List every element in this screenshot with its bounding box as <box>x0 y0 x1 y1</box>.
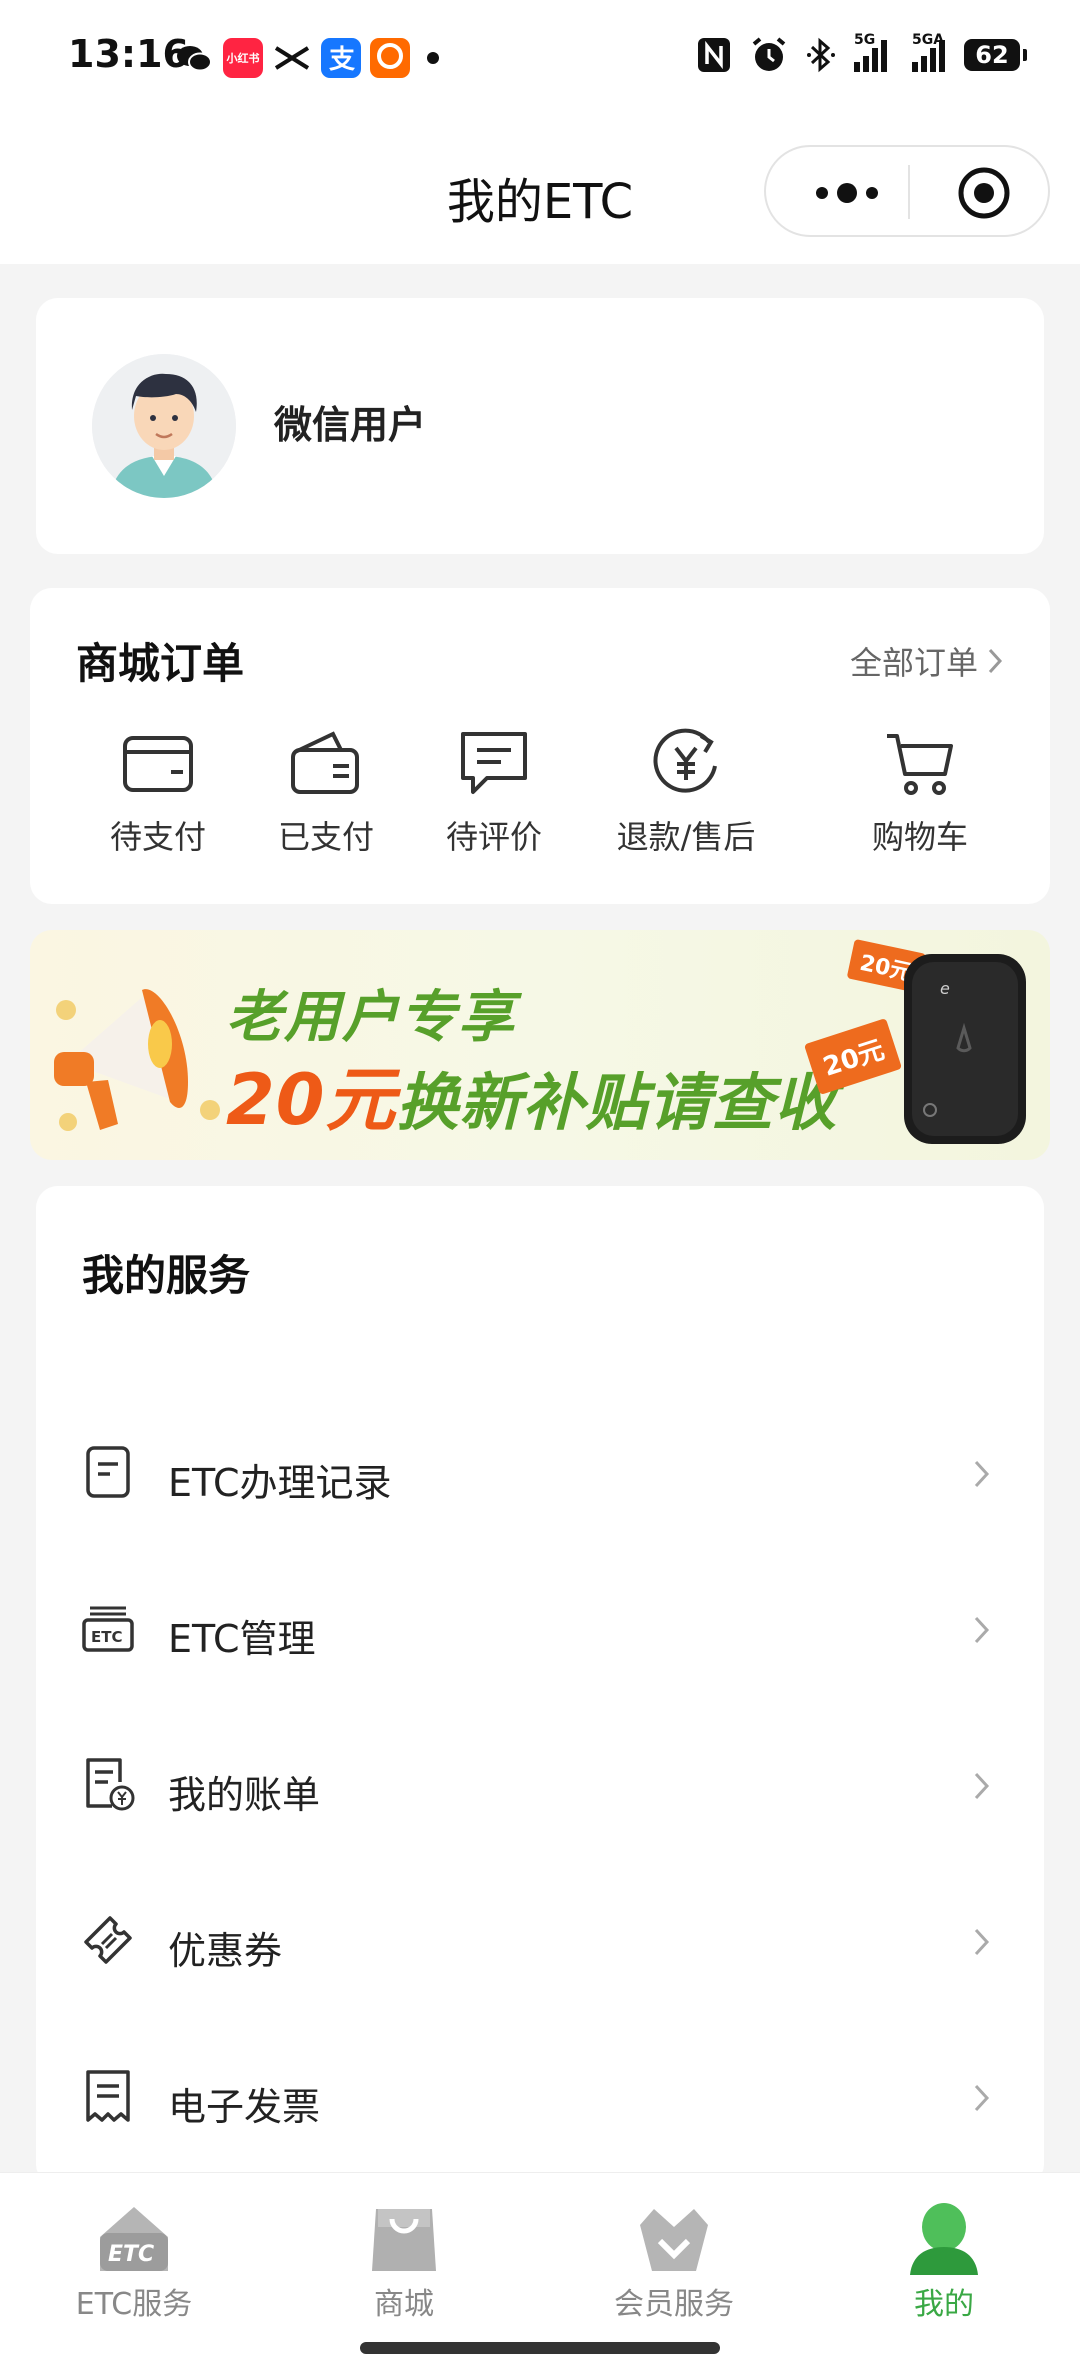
tab-label: 我的 <box>914 2287 974 2322</box>
bill-icon <box>86 1758 135 1811</box>
avatar[interactable] <box>92 354 236 498</box>
order-label: 待评价 <box>445 818 542 856</box>
chevron-right-icon <box>974 2084 990 2112</box>
banner-subheadline-text: 换新补贴请查收 <box>396 1066 838 1139</box>
order-label: 待支付 <box>109 818 206 856</box>
crown-icon <box>640 2209 708 2271</box>
order-shopping-cart[interactable]: 购物车 <box>840 728 1000 858</box>
tab-mall[interactable]: 商城 <box>304 2197 504 2323</box>
notification-dot <box>427 52 439 64</box>
service-label: 优惠券 <box>168 1929 283 1973</box>
invoice-icon <box>86 2070 130 2122</box>
chevron-right-icon <box>974 1616 990 1644</box>
service-etc-records[interactable]: ETC办理记录 <box>36 1412 1044 1532</box>
capsule-divider <box>908 165 910 219</box>
service-etc-management[interactable]: ETC ETC管理 <box>36 1568 1044 1688</box>
wechat-icon <box>174 38 214 78</box>
signal-5g-icon: 5G <box>854 32 890 72</box>
navigation-bar: 我的ETC <box>0 118 1080 264</box>
tab-label: 商城 <box>374 2287 434 2322</box>
tab-label: ETC服务 <box>75 2287 193 2322</box>
service-label: ETC管理 <box>168 1617 316 1661</box>
orders-title: 商城订单 <box>76 639 245 688</box>
chevron-right-icon <box>974 1460 990 1488</box>
nfc-icon <box>698 38 730 72</box>
svg-text:ETC: ETC <box>91 1628 123 1646</box>
battery-indicator: 62 <box>964 39 1027 71</box>
order-pending-payment[interactable]: 待支付 <box>78 728 238 858</box>
signal-5ga-icon: 5GA <box>912 32 948 72</box>
network-label-1: 5G <box>854 32 876 48</box>
chevron-right-icon <box>974 1928 990 1956</box>
mini-program-capsule <box>764 145 1050 237</box>
cart-icon <box>887 734 953 795</box>
user-profile-card[interactable]: 微信用户 <box>36 298 1044 554</box>
service-e-invoice[interactable]: 电子发票 <box>36 2036 1044 2156</box>
network-label-2: 5GA <box>912 32 945 48</box>
status-time: 13:16 <box>68 32 189 76</box>
tab-etc-service[interactable]: ETC ETC服务 <box>34 2197 234 2323</box>
record-doc-icon <box>86 1446 130 1498</box>
service-coupons[interactable]: 优惠券 <box>36 1880 1044 2000</box>
x-icon <box>272 38 312 78</box>
chevron-right-icon <box>988 648 1003 674</box>
order-label: 已支付 <box>277 818 374 856</box>
user-name: 微信用户 <box>274 403 427 447</box>
etc-device-icon: ETC <box>82 1606 134 1652</box>
order-label: 购物车 <box>871 818 968 856</box>
refund-yen-icon <box>653 728 717 793</box>
service-label: ETC办理记录 <box>168 1461 392 1505</box>
service-my-bills[interactable]: 我的账单 <box>36 1724 1044 1844</box>
alibaba-1688-icon <box>370 38 410 78</box>
mall-orders-card: 商城订单 全部订单 待支付 已支付 待评价 退款/售后 购物车 <box>30 588 1050 904</box>
all-orders-link[interactable]: 全部订单 <box>850 638 1004 684</box>
banner-headline: 老用户专享 <box>226 985 516 1050</box>
person-icon <box>910 2203 978 2275</box>
etc-device-image: e <box>904 954 1026 1144</box>
order-paid[interactable]: 已支付 <box>246 728 406 858</box>
svg-text:支: 支 <box>329 45 355 75</box>
home-indicator[interactable] <box>360 2342 720 2354</box>
banner-subheadline: 20元换新补贴请查收 <box>226 1044 837 1145</box>
svg-text:ETC: ETC <box>108 2242 154 2267</box>
megaphone-icon <box>54 989 220 1131</box>
order-label: 退款/售后 <box>616 818 756 856</box>
status-bar: 13:16 小红书 支 5G 5GA 62 <box>0 0 1080 118</box>
shopping-bag-icon <box>372 2209 436 2271</box>
service-label: 我的账单 <box>168 1773 321 1817</box>
comment-icon <box>461 732 527 794</box>
order-refund-after-sale[interactable]: 退款/售后 <box>606 728 766 858</box>
tab-member-service[interactable]: 会员服务 <box>574 2197 774 2323</box>
tab-label: 会员服务 <box>614 2287 734 2322</box>
banner-amount: 20元 <box>226 1059 397 1141</box>
order-pending-review[interactable]: 待评价 <box>414 728 574 858</box>
wallet-icon <box>123 736 193 792</box>
svg-text:e: e <box>940 979 950 998</box>
status-app-icons: 小红书 支 <box>174 38 439 78</box>
close-mini-program-icon[interactable] <box>956 165 1012 221</box>
battery-level: 62 <box>975 41 1009 69</box>
mini-program-page: 13:16 小红书 支 5G 5GA 62 我的ETC 微信用户 商城订单 全部… <box>0 0 1080 2376</box>
my-services-card: 我的服务 ETC办理记录 ETC ETC管理 我的账单 优惠券 电子发票 <box>36 1186 1044 2186</box>
promo-banner[interactable]: 老用户专享 20元换新补贴请查收 20元 20元 e <box>30 930 1050 1160</box>
paid-wallet-icon <box>291 731 359 794</box>
xiaohongshu-icon: 小红书 <box>223 38 263 78</box>
coupon-icon <box>84 1916 132 1964</box>
alipay-icon: 支 <box>321 38 361 78</box>
bluetooth-icon <box>807 37 835 73</box>
alarm-icon <box>752 37 786 71</box>
banner-tag-bottom: 20元 <box>803 1017 903 1096</box>
chevron-right-icon <box>974 1772 990 1800</box>
all-orders-label: 全部订单 <box>849 644 978 682</box>
status-indicators: 5G 5GA 62 <box>678 32 1027 74</box>
tab-mine[interactable]: 我的 <box>844 2197 1044 2323</box>
services-title: 我的服务 <box>82 1251 251 1300</box>
service-label: 电子发票 <box>168 2085 321 2129</box>
etc-service-icon: ETC <box>100 2207 168 2271</box>
more-options-icon[interactable] <box>802 173 902 213</box>
xiaohongshu-label: 小红书 <box>226 52 260 65</box>
